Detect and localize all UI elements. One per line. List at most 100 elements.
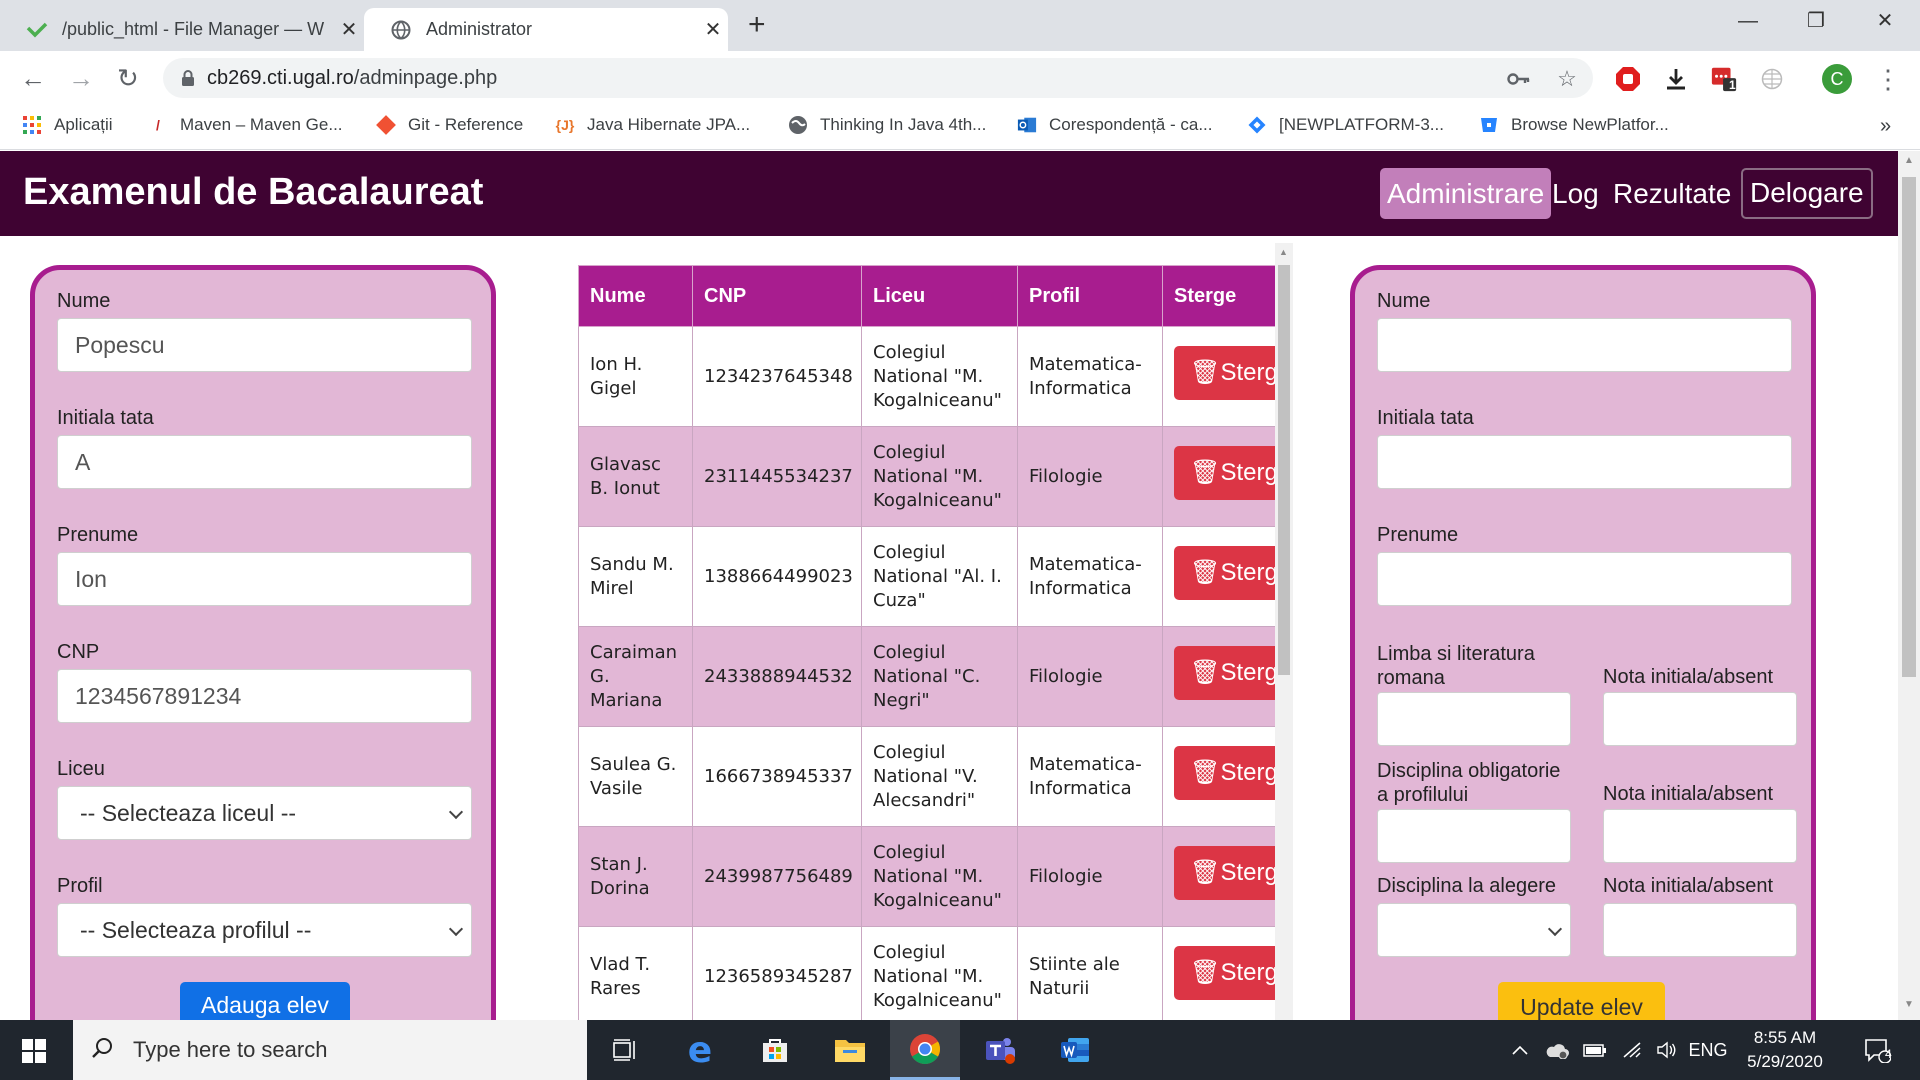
update-initiala-input[interactable] (1377, 435, 1792, 489)
delete-button[interactable]: 🗑Sterge (1174, 346, 1275, 400)
delete-button[interactable]: 🗑Sterge (1174, 746, 1275, 800)
liceu-select[interactable]: -- Selecteaza liceul -- (57, 786, 472, 840)
bookmark-corespondenta[interactable]: Corespondență - ca... (1017, 115, 1212, 135)
prenume-label: Prenume (57, 524, 139, 546)
wifi-icon[interactable] (1616, 1020, 1650, 1080)
delete-button[interactable]: 🗑Sterge (1174, 546, 1275, 600)
cell-nume: Caraiman G. Mariana (578, 626, 693, 727)
profil-select-value: -- Selecteaza profilul -- (80, 917, 312, 943)
scroll-up-arrow-icon[interactable]: ▲ (1279, 247, 1288, 257)
bookmark-thinking-in-java[interactable]: Thinking In Java 4th... (788, 115, 986, 135)
address-bar[interactable]: cb269.cti.ugal.ro/adminpage.php (163, 58, 1593, 98)
restore-button[interactable]: ❐ (1793, 6, 1839, 36)
scroll-down-arrow-icon[interactable]: ▼ (1904, 999, 1914, 1010)
ublock-icon[interactable] (1614, 65, 1642, 93)
star-icon[interactable]: ☆ (1553, 65, 1581, 93)
tab-administrator[interactable]: Administrator ✕ (364, 8, 728, 51)
task-view-icon[interactable] (590, 1020, 660, 1080)
key-icon[interactable] (1505, 65, 1533, 93)
forward-button[interactable]: → (68, 64, 94, 92)
reload-button[interactable]: ↻ (117, 64, 139, 92)
windows-start-icon[interactable] (22, 1039, 46, 1063)
extension-badge-icon[interactable]: 1 (1710, 65, 1738, 93)
scroll-up-arrow-icon[interactable]: ▲ (1904, 155, 1914, 166)
update-nume-input[interactable] (1377, 318, 1792, 372)
page-scrollbar[interactable]: ▲ ▼ (1898, 151, 1920, 1020)
table-scrollbar[interactable]: ▲ (1275, 243, 1293, 1020)
bookmark-git[interactable]: Git - Reference (376, 115, 523, 135)
profil-select[interactable]: -- Selecteaza profilul -- (57, 903, 472, 957)
notification-center-icon[interactable]: 4 (1855, 1020, 1899, 1080)
bookmark-label: Maven – Maven Ge... (180, 115, 343, 134)
table-scrollbar-thumb[interactable] (1278, 265, 1290, 675)
disciplina-alegere-select[interactable] (1377, 903, 1571, 957)
url-host: cb269.cti.ugal.ro (207, 66, 354, 89)
nume-input[interactable]: Popescu (57, 318, 472, 372)
limba-romana-label: Limba si literatura romana (1377, 643, 1535, 689)
table-row[interactable]: Saulea G. Vasile 1666738945337 Colegiul … (578, 726, 1275, 827)
cell-profil: Stiinte ale Naturii (1017, 926, 1163, 1020)
nav-log[interactable]: Log (1545, 168, 1606, 219)
limba-romana-input[interactable] (1377, 692, 1571, 746)
word-icon[interactable] (1040, 1020, 1110, 1080)
cnp-input[interactable]: 1234567891234 (57, 669, 472, 723)
table-row[interactable]: Glavasc B. Ionut 2311445534237 Colegiul … (578, 426, 1275, 527)
table-row[interactable]: Stan J. Dorina 2439987756489 Colegiul Na… (578, 826, 1275, 927)
nume-label: Nume (57, 290, 111, 312)
nav-rezultate[interactable]: Rezultate (1606, 168, 1738, 219)
bookmark-java-hibernate[interactable]: {J} Java Hibernate JPA... (555, 115, 751, 135)
nota1-input[interactable] (1603, 692, 1797, 746)
delete-button[interactable]: 🗑Sterge (1174, 946, 1275, 1000)
show-hidden-icons-chevron[interactable] (1505, 1020, 1535, 1080)
nota3-input[interactable] (1603, 903, 1797, 957)
teams-icon[interactable] (965, 1020, 1035, 1080)
profile-avatar[interactable]: C (1822, 64, 1852, 94)
volume-icon[interactable] (1650, 1020, 1684, 1080)
initiala-input[interactable]: A (57, 435, 472, 489)
delete-label: Sterge (1220, 859, 1275, 886)
site-brand[interactable]: Examenul de Bacalaureat (23, 171, 483, 214)
prenume-input[interactable]: Ion (57, 552, 472, 606)
translate-globe-icon[interactable] (1758, 65, 1786, 93)
taskbar-search-box[interactable]: Type here to search (73, 1020, 587, 1080)
edge-browser-icon[interactable]: e (665, 1020, 735, 1080)
cell-nume: Ion H. Gigel (578, 326, 693, 427)
language-indicator[interactable]: ENG (1688, 1020, 1728, 1080)
tab-file-manager[interactable]: /public_html - File Manager — W ✕ (0, 8, 364, 51)
bookmarks-overflow-button[interactable]: » (1880, 115, 1891, 138)
delete-button[interactable]: 🗑Sterge (1174, 446, 1275, 500)
table-row[interactable]: Caraiman G. Mariana 2433888944532 Colegi… (578, 626, 1275, 727)
bookmark-aplicatii[interactable]: Aplicații (22, 115, 113, 135)
chrome-icon[interactable] (890, 1020, 960, 1080)
bookmark-browse-newplatform[interactable]: Browse NewPlatfor... (1479, 115, 1669, 135)
page-scrollbar-thumb[interactable] (1902, 177, 1916, 677)
nav-administrare[interactable]: Administrare (1380, 168, 1552, 219)
close-tab-icon[interactable]: ✕ (698, 17, 728, 42)
delete-button[interactable]: 🗑Sterge (1174, 646, 1275, 700)
update-student-button[interactable]: Update elev (1498, 982, 1665, 1020)
table-row[interactable]: Vlad T. Rares 1236589345287 Colegiul Nat… (578, 926, 1275, 1020)
onedrive-cloud-icon[interactable] (1540, 1020, 1574, 1080)
battery-icon[interactable] (1578, 1020, 1612, 1080)
menu-kebab-icon[interactable]: ⋮ (1874, 64, 1902, 94)
delete-button[interactable]: 🗑Sterge (1174, 846, 1275, 900)
file-explorer-icon[interactable] (815, 1020, 885, 1080)
table-row[interactable]: Ion H. Gigel 1234237645348 Colegiul Nati… (578, 326, 1275, 427)
back-button[interactable]: ← (20, 64, 46, 92)
table-row[interactable]: Sandu M. Mirel 1388664499023 Colegiul Na… (578, 526, 1275, 627)
close-window-button[interactable]: ✕ (1862, 6, 1908, 36)
microsoft-store-icon[interactable] (740, 1020, 810, 1080)
add-student-button[interactable]: Adauga elev (180, 982, 350, 1020)
nav-delogare[interactable]: Delogare (1741, 168, 1873, 219)
download-icon[interactable] (1662, 65, 1690, 93)
disciplina-obligatorie-input[interactable] (1377, 809, 1571, 863)
nota2-input[interactable] (1603, 809, 1797, 863)
minimize-button[interactable]: — (1725, 6, 1771, 36)
bookmark-maven[interactable]: / Maven – Maven Ge... (148, 115, 343, 135)
taskbar-clock[interactable]: 8:55 AM 5/29/2020 (1735, 1026, 1835, 1074)
update-prenume-input[interactable] (1377, 552, 1792, 606)
new-tab-button[interactable]: + (748, 8, 766, 42)
students-table-container: Nume CNP Liceu Profil Sterge Ion H. Gige… (578, 265, 1275, 1020)
bookmark-newplatform-jira[interactable]: [NEWPLATFORM-3... (1247, 115, 1444, 135)
close-tab-icon[interactable]: ✕ (334, 17, 364, 42)
